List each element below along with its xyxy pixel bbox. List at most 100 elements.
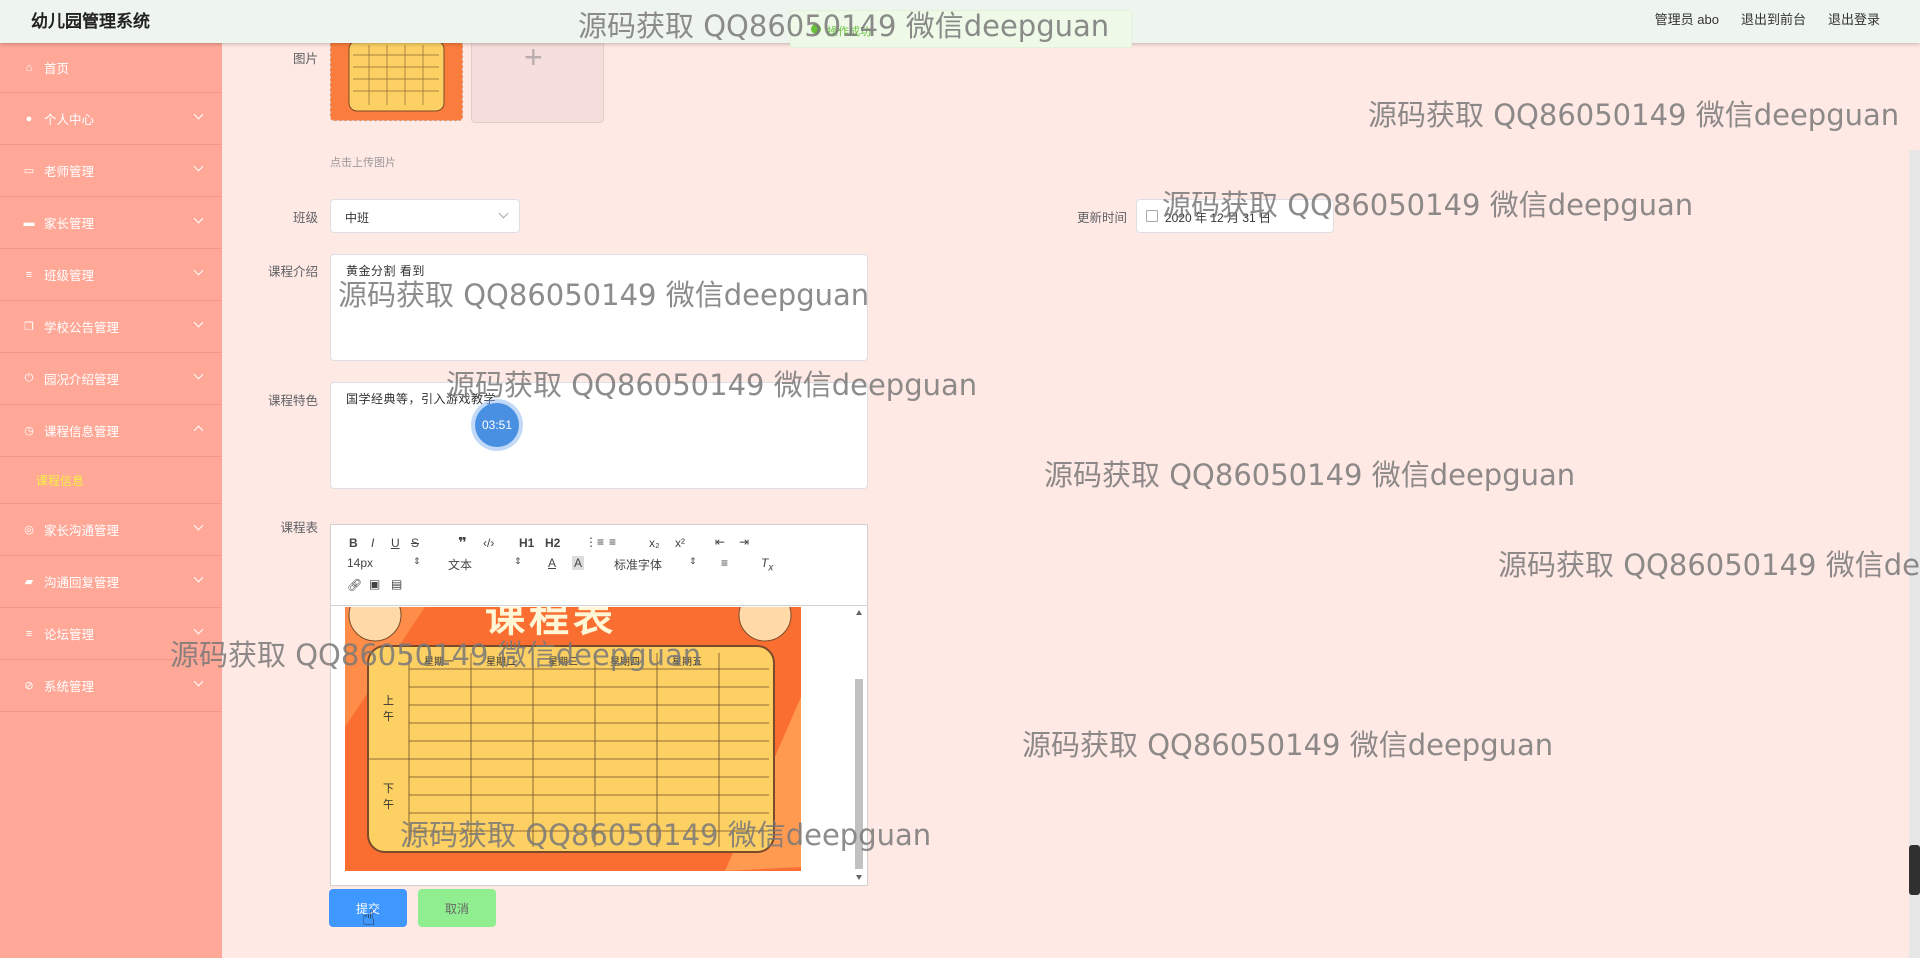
chevron-down-icon [193,369,204,380]
video-icon[interactable]: ▤ [391,577,402,591]
strike-button[interactable]: S [411,536,419,550]
sidebar-item-label: 沟通回复管理 [44,576,120,590]
chevron-down-icon [193,572,204,583]
sidebar-item-home[interactable]: ⌂ 首页 [0,43,222,93]
ordered-list-button[interactable]: ⋮≡ [585,535,604,549]
chevron-down-icon [193,624,204,635]
page-scrollbar[interactable] [1909,150,1920,958]
h2-button[interactable]: H2 [545,536,560,550]
sidebar-item-forum[interactable]: ≡ 论坛管理 [0,608,222,660]
page-scrollbar-thumb[interactable] [1909,845,1920,895]
update-time-value: 2020 年 12 月 31 日 [1165,211,1272,225]
success-toast: 操作成功 [790,10,1132,48]
class-label: 班级 [292,211,318,225]
subscript-button[interactable]: x₂ [649,536,660,550]
day-label: 星期三 [548,657,578,668]
rich-text-editor[interactable]: B I U S ❞ ‹/› H1 H2 ⋮≡ ≡ x₂ x² ⇤ ⇥ 14px … [330,524,868,886]
underline-button[interactable]: U [391,536,400,550]
sidebar-item-label: 个人中心 [44,113,95,127]
sidebar-item-replies[interactable]: ▰ 沟通回复管理 [0,556,222,608]
chevron-down-icon [193,317,204,328]
uploaded-image-thumbnail[interactable] [330,40,463,121]
bold-button[interactable]: B [349,536,358,550]
sidebar-item-label: 首页 [44,62,70,76]
chevron-updown-icon: ⇕ [413,556,421,566]
schedule-label: 课程表 [280,521,318,535]
background-color-button[interactable]: A [572,556,585,570]
font-size-select[interactable]: 14px [347,556,373,570]
chevron-down-icon [193,109,204,120]
upload-hint: 点击上传图片 [330,157,396,169]
check-icon [811,24,821,34]
hand-cursor-icon: ☝ [362,905,376,930]
indent-button[interactable]: ⇥ [739,535,749,549]
target-icon: ◎ [24,524,34,536]
update-time-label: 更新时间 [1076,211,1127,225]
cancel-button[interactable]: 取消 [418,889,496,927]
calendar-icon [1146,210,1158,222]
editor-toolbar: B I U S ❞ ‹/› H1 H2 ⋮≡ ≡ x₂ x² ⇤ ⇥ 14px … [331,525,867,606]
clear-format-button[interactable]: Tx [761,556,773,573]
morning-label: 上午 [383,695,394,723]
briefcase-icon: ▰ [24,576,34,588]
sidebar-item-label: 系统管理 [44,680,95,694]
image-label: 图片 [292,52,318,66]
sidebar-item-intro[interactable]: ⏻ 园况介绍管理 [0,353,222,405]
h1-button[interactable]: H1 [519,536,534,550]
user-icon: ● [25,112,33,125]
code-block-button[interactable]: ‹/› [483,536,494,550]
paragraph-select[interactable]: 文本 [448,556,472,573]
logout-link[interactable]: 退出登录 [1828,9,1880,28]
sidebar-item-teachers[interactable]: ▭ 老师管理 [0,145,222,197]
class-select[interactable]: 中班 [330,199,520,233]
monitor-icon: ▬ [23,216,35,229]
update-time-picker[interactable]: 2020 年 12 月 31 日 [1136,199,1334,233]
image-icon[interactable]: ▣ [369,577,380,591]
intro-textarea[interactable]: 黄金分割 看到 [330,254,868,361]
schedule-poster-image: 课程表 星期一 星期二 星期三 星期四 星期五 上午 下午 [345,607,801,871]
link-icon[interactable]: 🔗︎ [347,578,362,592]
chevron-down-icon [193,161,204,172]
chevron-up-icon [193,425,204,436]
superscript-button[interactable]: x² [675,536,685,550]
day-label: 星期二 [486,657,516,668]
top-links: 管理员 abo 退出到前台 退出登录 [1655,9,1880,28]
sidebar-item-courses[interactable]: ◷ 课程信息管理 [0,405,222,457]
sidebar-item-profile[interactable]: ● 个人中心 [0,93,222,145]
sidebar-item-parents[interactable]: ▬ 家长管理 [0,197,222,249]
quote-button[interactable]: ❞ [458,534,467,552]
align-button[interactable]: ≡ [721,556,728,570]
feature-label: 课程特色 [267,394,318,408]
sidebar-item-label: 园况介绍管理 [44,373,120,387]
sidebar-item-system[interactable]: ⊘ 系统管理 [0,660,222,712]
intro-text: 黄金分割 看到 [346,264,425,278]
chat-icon: ▭ [23,165,35,177]
schedule-grid [369,653,769,847]
italic-button[interactable]: I [371,536,374,550]
font-family-select[interactable]: 标准字体 [614,556,662,573]
sidebar-item-label: 学校公告管理 [44,321,120,335]
chevron-down-icon [193,676,204,687]
back-to-front-link[interactable]: 退出到前台 [1741,9,1806,28]
home-icon: ⌂ [25,61,33,74]
sidebar-item-communication[interactable]: ◎ 家长沟通管理 [0,504,222,556]
chevron-down-icon [193,520,204,531]
chevron-down-icon [193,213,204,224]
sidebar-item-label: 老师管理 [44,165,95,179]
sidebar-subitem-course-info[interactable]: 课程信息 [0,457,222,504]
day-label: 星期五 [672,657,702,668]
chevron-down-icon [498,208,509,219]
feature-textarea[interactable]: 国学经典等，引入游戏教学 [330,382,868,489]
toast-message: 操作成功 [827,26,871,38]
class-select-value: 中班 [345,211,370,225]
sidebar-item-label: 论坛管理 [44,628,95,642]
upload-image-button[interactable]: + [471,40,604,123]
sidebar-item-label: 班级管理 [44,269,95,283]
outdent-button[interactable]: ⇤ [715,535,725,549]
chevron-updown-icon: ⇕ [514,556,522,566]
sidebar-item-notices[interactable]: ❐ 学校公告管理 [0,301,222,353]
font-color-button[interactable]: A [548,556,556,570]
bullet-list-button[interactable]: ≡ [609,535,616,549]
sidebar-item-classes[interactable]: ≡ 班级管理 [0,249,222,301]
editor-scrollbar[interactable] [853,607,865,883]
